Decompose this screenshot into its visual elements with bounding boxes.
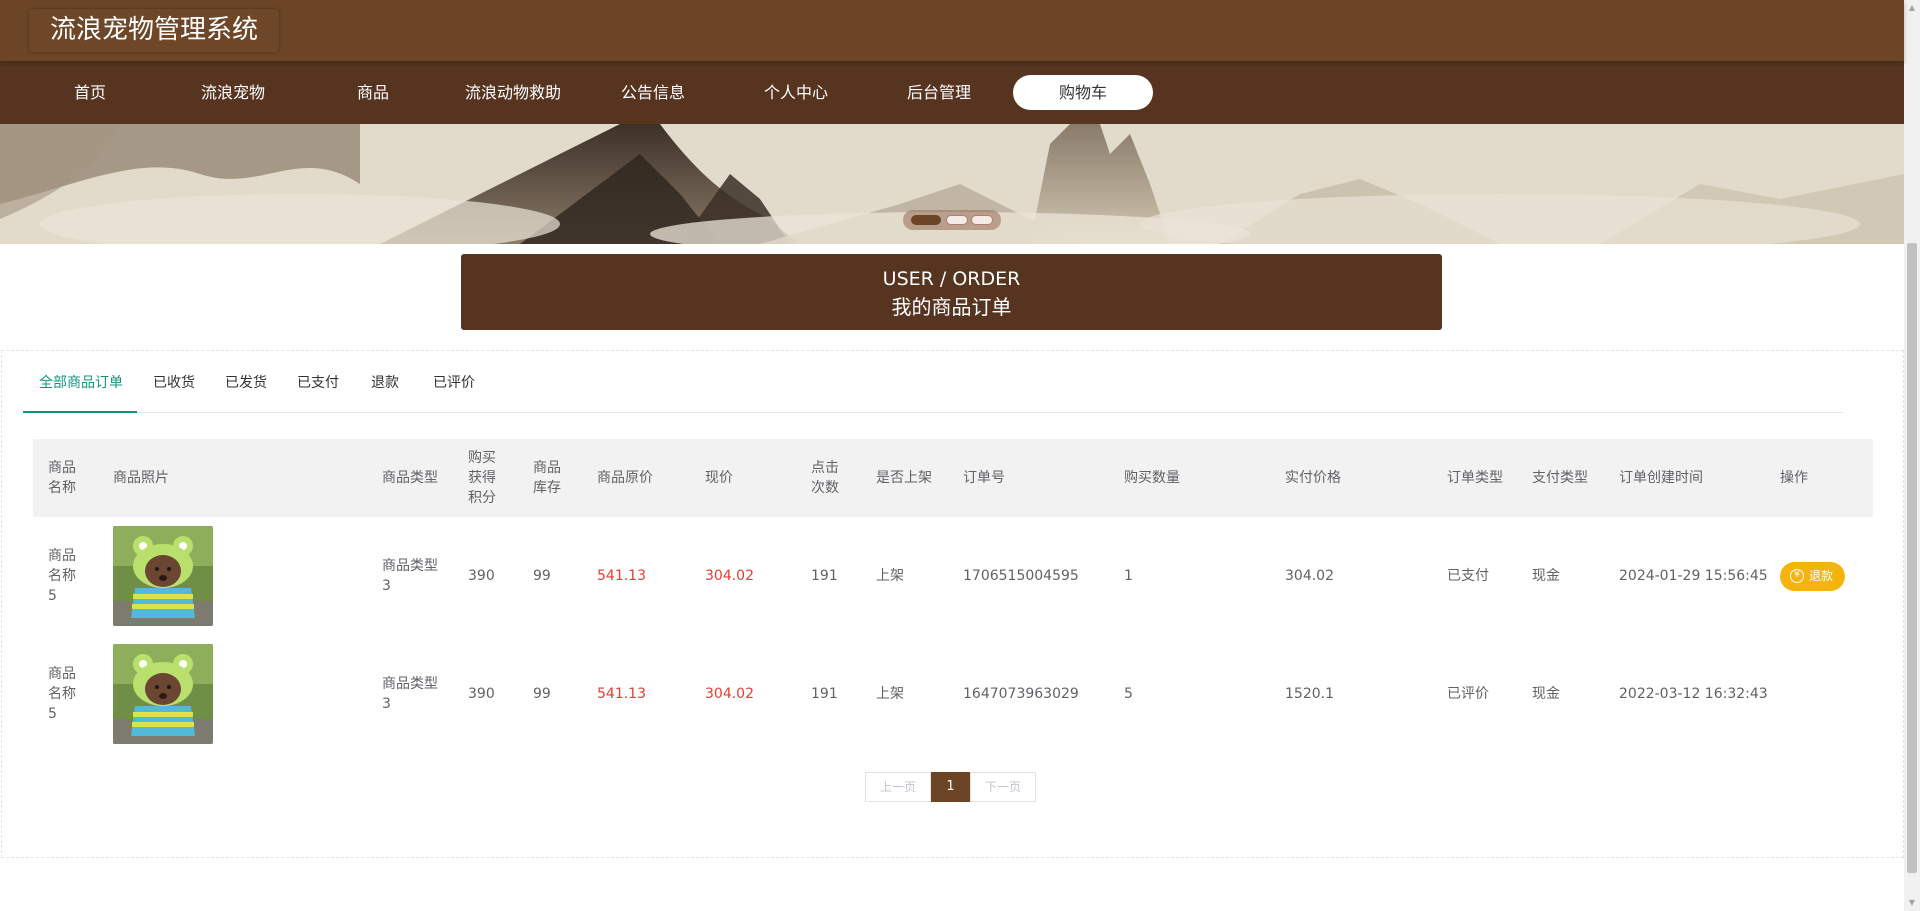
- cell-action: ¥ 退款: [1780, 517, 1846, 635]
- carousel-dot-3[interactable]: [971, 215, 993, 225]
- site-title[interactable]: 流浪宠物管理系统: [29, 9, 279, 52]
- page-1-button[interactable]: 1: [931, 772, 971, 802]
- scroll-down-icon[interactable]: ▼: [1904, 895, 1920, 911]
- col-goods-name: 商品名称: [48, 460, 76, 496]
- col-quantity: 购买数量: [1124, 470, 1180, 486]
- section-title-en: USER / ORDER: [882, 268, 1021, 290]
- cell-stock: 99: [533, 686, 551, 702]
- tab-refund[interactable]: 退款: [371, 368, 399, 412]
- cell-pay-type: 现金: [1532, 568, 1560, 584]
- section-title-zh: 我的商品订单: [891, 295, 1012, 319]
- cell-goods-type: 商品类型3: [382, 676, 438, 712]
- cell-original-price: 541.13: [597, 686, 646, 702]
- col-points: 购买获得积分: [468, 450, 496, 506]
- cell-created: 2024-01-29 15:56:45: [1619, 568, 1768, 584]
- nav-stray-pets[interactable]: 流浪宠物: [163, 75, 303, 110]
- cell-points: 390: [468, 568, 495, 584]
- tab-paid[interactable]: 已支付: [297, 368, 339, 412]
- col-clicks: 点击次数: [811, 460, 839, 496]
- nav-profile[interactable]: 个人中心: [726, 75, 866, 110]
- nav-home[interactable]: 首页: [20, 75, 160, 110]
- col-pay-type: 支付类型: [1532, 470, 1588, 486]
- cell-order-type: 已评价: [1447, 686, 1489, 702]
- cell-pay-type: 现金: [1532, 686, 1560, 702]
- cell-price: 304.02: [705, 568, 754, 584]
- table-header: 商品名称 商品照片 商品类型 购买获得积分 商品库存 商品原价 现价 点击次数 …: [33, 439, 1873, 517]
- cell-original-price: 541.13: [597, 568, 646, 584]
- col-goods-photo: 商品照片: [113, 470, 169, 486]
- nav-notices[interactable]: 公告信息: [583, 75, 723, 110]
- order-status-tabs: 全部商品订单 已收货 已发货 已支付 退款 已评价: [23, 368, 1843, 413]
- section-title: USER / ORDER 我的商品订单: [461, 254, 1442, 330]
- cell-stock: 99: [533, 568, 551, 584]
- tab-received[interactable]: 已收货: [153, 368, 195, 412]
- col-original-price: 商品原价: [597, 470, 653, 486]
- cell-goods-photo[interactable]: [113, 635, 213, 753]
- top-bar: 流浪宠物管理系统: [0, 0, 1904, 61]
- yen-icon: ¥: [1790, 569, 1804, 583]
- orders-table: 商品名称 商品照片 商品类型 购买获得积分 商品库存 商品原价 现价 点击次数 …: [33, 439, 1873, 753]
- cell-points: 390: [468, 686, 495, 702]
- col-order-type: 订单类型: [1447, 470, 1503, 486]
- next-page-button[interactable]: 下一页: [970, 772, 1037, 802]
- page-scrollbar[interactable]: ▲ ▼: [1904, 0, 1920, 911]
- col-order-no: 订单号: [963, 470, 1005, 486]
- cell-order-type: 已支付: [1447, 568, 1489, 584]
- tab-all-orders[interactable]: 全部商品订单: [23, 368, 137, 413]
- table-row: 商品名称5 商品类型3 390 99 541.13 304.02 191 上架 …: [33, 517, 1873, 635]
- cell-clicks: 191: [811, 568, 838, 584]
- nav-admin[interactable]: 后台管理: [869, 75, 1009, 110]
- cell-goods-photo[interactable]: [113, 517, 213, 635]
- cell-price: 304.02: [705, 686, 754, 702]
- carousel-indicators: [903, 210, 1001, 230]
- pagination: 上一页 1 下一页: [865, 772, 1037, 802]
- col-action: 操作: [1780, 470, 1808, 486]
- tab-reviewed[interactable]: 已评价: [433, 368, 475, 412]
- refund-button-label: 退款: [1809, 569, 1834, 583]
- cell-paid: 304.02: [1285, 568, 1334, 584]
- cell-quantity: 5: [1124, 686, 1133, 702]
- col-price: 现价: [705, 470, 733, 486]
- cell-goods-name: 商品名称5: [48, 666, 76, 722]
- cell-goods-name: 商品名称5: [48, 548, 76, 604]
- col-created: 订单创建时间: [1619, 470, 1703, 486]
- col-paid: 实付价格: [1285, 470, 1341, 486]
- nav-goods[interactable]: 商品: [303, 75, 443, 110]
- goods-photo-image[interactable]: [113, 526, 213, 626]
- cell-order-no: 1706515004595: [963, 568, 1079, 584]
- carousel-dot-2[interactable]: [946, 215, 968, 225]
- cell-quantity: 1: [1124, 568, 1133, 584]
- poodle-photo-icon: [113, 644, 213, 744]
- scroll-up-icon[interactable]: ▲: [1904, 0, 1920, 16]
- nav-rescue[interactable]: 流浪动物救助: [443, 75, 583, 110]
- nav-cart[interactable]: 购物车: [1013, 75, 1153, 110]
- scroll-thumb[interactable]: [1907, 243, 1917, 873]
- cell-on-shelf: 上架: [876, 568, 904, 584]
- cell-paid: 1520.1: [1285, 686, 1334, 702]
- carousel-dot-1[interactable]: [911, 215, 941, 225]
- tab-shipped[interactable]: 已发货: [225, 368, 267, 412]
- refund-button[interactable]: ¥ 退款: [1780, 561, 1846, 591]
- table-row: 商品名称5 商品类型3 390 99 541.13 304.02 191 上架 …: [33, 635, 1873, 753]
- col-on-shelf: 是否上架: [876, 470, 932, 486]
- goods-photo-image[interactable]: [113, 644, 213, 744]
- col-stock: 商品库存: [533, 460, 561, 496]
- cell-created: 2022-03-12 16:32:43: [1619, 686, 1768, 702]
- col-goods-type: 商品类型: [382, 470, 438, 486]
- cell-clicks: 191: [811, 686, 838, 702]
- cell-order-no: 1647073963029: [963, 686, 1079, 702]
- banner-carousel[interactable]: [0, 124, 1904, 244]
- main-nav: 首页 流浪宠物 商品 流浪动物救助 公告信息 个人中心 后台管理 购物车: [0, 61, 1904, 124]
- prev-page-button[interactable]: 上一页: [865, 772, 932, 802]
- cell-on-shelf: 上架: [876, 686, 904, 702]
- cell-goods-type: 商品类型3: [382, 558, 438, 594]
- poodle-photo-icon: [113, 526, 213, 626]
